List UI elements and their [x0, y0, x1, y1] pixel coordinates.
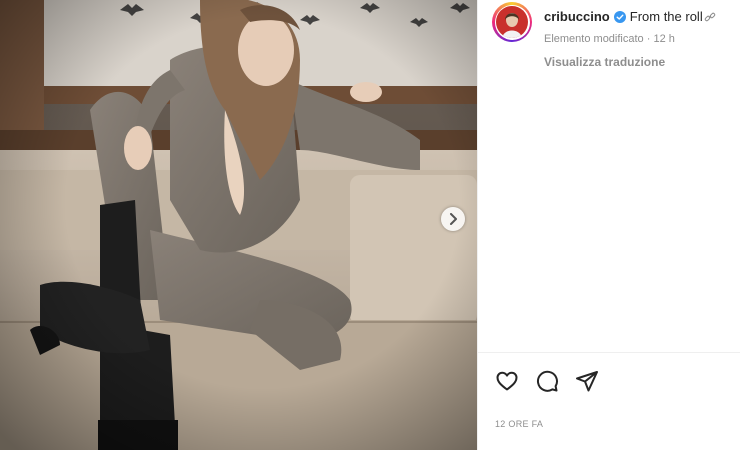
post-sidebar: cribuccino From the roll Elemento modifi… [477, 0, 740, 450]
next-image-button[interactable] [441, 207, 465, 231]
caption-text: cribuccino From the roll Elemento modifi… [544, 8, 716, 71]
comment-icon [536, 370, 558, 392]
like-button[interactable] [494, 368, 520, 394]
verified-badge-icon [613, 11, 626, 23]
edited-time: 12 h [653, 33, 675, 45]
share-button[interactable] [574, 368, 600, 394]
caption-body: From the roll [629, 9, 703, 24]
username-link[interactable]: cribuccino [544, 8, 610, 26]
edited-label: Elemento modificato [544, 33, 644, 45]
divider [478, 352, 740, 353]
story-ring[interactable] [492, 2, 532, 42]
heart-icon [496, 371, 518, 391]
link-icon [704, 12, 715, 22]
meta-separator: · [646, 33, 651, 45]
post-photo [0, 0, 477, 450]
see-translation-link[interactable]: Visualizza traduzione [544, 53, 716, 71]
action-bar [494, 368, 600, 394]
instagram-post: cribuccino From the roll Elemento modifi… [0, 0, 740, 450]
comment-button[interactable] [534, 368, 560, 394]
chevron-right-icon [450, 213, 457, 225]
edited-meta: Elemento modificato · 12 h [544, 30, 716, 48]
caption-line: cribuccino From the roll [544, 8, 716, 26]
post-timestamp[interactable]: 12 ORE FA [495, 419, 543, 429]
send-icon [576, 371, 598, 392]
avatar [496, 6, 528, 38]
caption-block: cribuccino From the roll Elemento modifi… [492, 2, 732, 71]
post-media[interactable] [0, 0, 477, 450]
